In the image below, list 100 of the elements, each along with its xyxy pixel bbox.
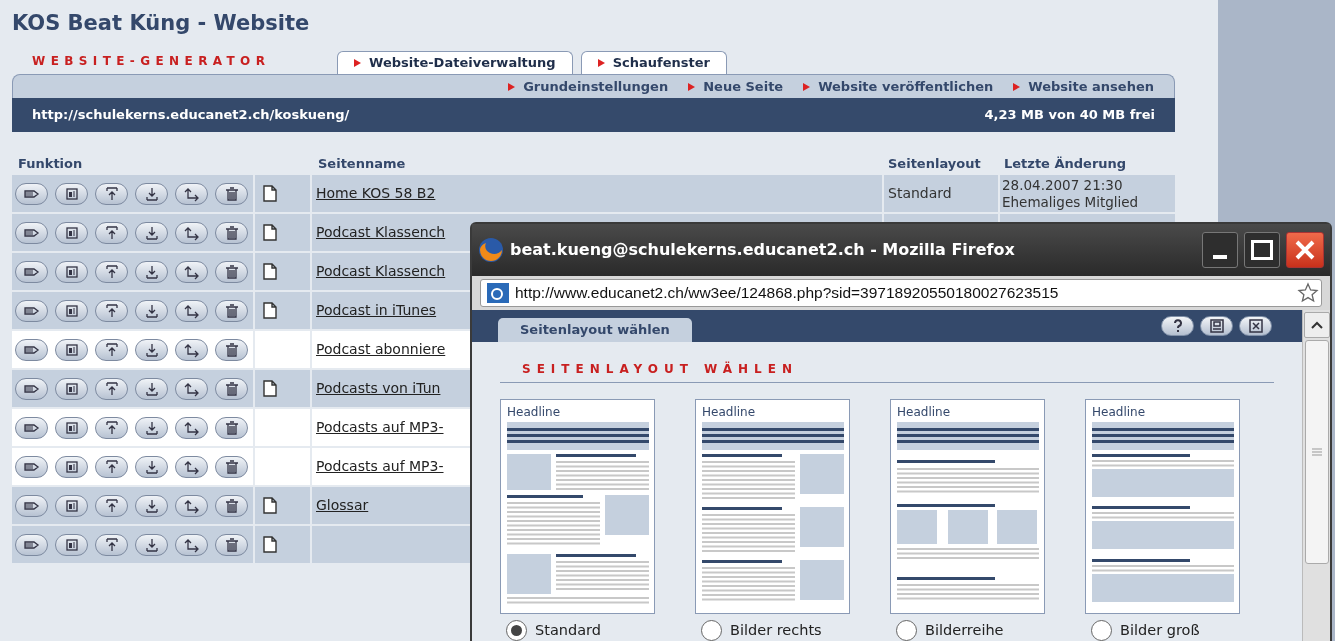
pencil-button[interactable] (15, 299, 48, 322)
arrow-up-button[interactable] (95, 182, 128, 205)
page-link[interactable]: Podcasts von iTun (316, 378, 441, 399)
arrow-down-button[interactable] (135, 299, 168, 322)
arrow-up-button[interactable] (95, 221, 128, 244)
arrow-up-button[interactable] (95, 416, 128, 439)
arrow-up-button[interactable] (95, 494, 128, 517)
trash-button[interactable] (215, 338, 248, 361)
radio-label: Bilderreihe (925, 621, 1004, 640)
print-button[interactable] (1200, 316, 1233, 336)
radio-label: Standard (535, 621, 601, 640)
pencil-button[interactable] (15, 455, 48, 478)
radio-button[interactable] (701, 620, 722, 641)
trash-button[interactable] (215, 260, 248, 283)
card-button[interactable] (55, 299, 88, 322)
pencil-button[interactable] (15, 338, 48, 361)
scrollbar[interactable] (1302, 310, 1330, 641)
bend-arrow-button[interactable] (175, 182, 208, 205)
arrow-down-button[interactable] (135, 221, 168, 244)
card-button[interactable] (55, 377, 88, 400)
triangle-icon (803, 82, 811, 91)
arrow-down-button[interactable] (135, 533, 168, 556)
radio-button[interactable] (896, 620, 917, 641)
layout-card[interactable]: Headline (1085, 399, 1240, 614)
pencil-button[interactable] (15, 182, 48, 205)
arrow-down-button[interactable] (135, 494, 168, 517)
minimize-button[interactable] (1202, 232, 1238, 268)
arrow-up-button[interactable] (95, 338, 128, 361)
page-link[interactable]: Podcast Klassench (316, 261, 446, 282)
radio-button[interactable] (1091, 620, 1112, 641)
card-button[interactable] (55, 260, 88, 283)
trash-button[interactable] (215, 416, 248, 439)
page-link[interactable]: Podcasts auf MP3- (316, 456, 444, 477)
arrow-down-button[interactable] (135, 416, 168, 439)
bend-arrow-button[interactable] (175, 455, 208, 478)
layout-card[interactable]: Headline (500, 399, 655, 614)
radio-label: Bilder groß (1120, 621, 1200, 640)
pencil-button[interactable] (15, 377, 48, 400)
close-button[interactable] (1286, 232, 1324, 268)
change-date: 28.04.2007 21:30 (1002, 176, 1124, 194)
card-button[interactable] (55, 338, 88, 361)
pencil-button[interactable] (15, 494, 48, 517)
help-button[interactable] (1161, 316, 1194, 336)
triangle-icon (688, 82, 696, 91)
nav-link[interactable]: Grundeinstellungen (508, 76, 669, 97)
pencil-button[interactable] (15, 260, 48, 283)
maximize-button[interactable] (1244, 232, 1280, 268)
dialog-tab[interactable]: Seitenlayout wählen (498, 318, 692, 342)
tab[interactable]: Website-Dateiverwaltung (337, 51, 573, 74)
page-link[interactable]: Podcast in iTunes (316, 300, 437, 321)
page-title: KOS Beat Küng - Website (12, 10, 311, 37)
page-link[interactable]: Podcast Klassench (316, 222, 446, 243)
bend-arrow-button[interactable] (175, 221, 208, 244)
layout-card[interactable]: Headline (890, 399, 1045, 614)
trash-button[interactable] (215, 221, 248, 244)
radio-button[interactable] (506, 620, 527, 641)
page-link[interactable]: Glossar (316, 495, 369, 516)
page-link[interactable]: Podcasts auf MP3- (316, 417, 444, 438)
arrow-up-button[interactable] (95, 377, 128, 400)
address-field[interactable]: http://www.educanet2.ch/ww3ee/124868.php?sid=39718920550180027623515 (480, 279, 1322, 307)
bend-arrow-button[interactable] (175, 533, 208, 556)
pencil-button[interactable] (15, 533, 48, 556)
card-button[interactable] (55, 182, 88, 205)
arrow-up-button[interactable] (95, 260, 128, 283)
page-link[interactable]: Podcast abonniere (316, 339, 446, 360)
trash-button[interactable] (215, 494, 248, 517)
arrow-down-button[interactable] (135, 182, 168, 205)
tab[interactable]: Schaufenster (580, 51, 727, 74)
trash-button[interactable] (215, 455, 248, 478)
pencil-button[interactable] (15, 416, 48, 439)
bend-arrow-button[interactable] (175, 260, 208, 283)
layout-card[interactable]: Headline (695, 399, 850, 614)
close-button[interactable] (1239, 316, 1272, 336)
pencil-button[interactable] (15, 221, 48, 244)
bend-arrow-button[interactable] (175, 338, 208, 361)
trash-button[interactable] (215, 377, 248, 400)
arrow-down-button[interactable] (135, 338, 168, 361)
bend-arrow-button[interactable] (175, 416, 208, 439)
bend-arrow-button[interactable] (175, 494, 208, 517)
card-button[interactable] (55, 494, 88, 517)
arrow-down-button[interactable] (135, 455, 168, 478)
arrow-up-button[interactable] (95, 455, 128, 478)
page-link[interactable]: Home KOS 58 B2 (316, 183, 436, 204)
arrow-up-button[interactable] (95, 299, 128, 322)
nav-link[interactable]: Website ansehen (1013, 76, 1154, 97)
bend-arrow-button[interactable] (175, 377, 208, 400)
card-button[interactable] (55, 533, 88, 556)
card-button[interactable] (55, 455, 88, 478)
headline-label: Headline (507, 404, 562, 420)
arrow-down-button[interactable] (135, 260, 168, 283)
nav-link[interactable]: Neue Seite (688, 76, 784, 97)
card-button[interactable] (55, 416, 88, 439)
nav-link[interactable]: Website veröffentlichen (803, 76, 994, 97)
arrow-down-button[interactable] (135, 377, 168, 400)
card-button[interactable] (55, 221, 88, 244)
trash-button[interactable] (215, 533, 248, 556)
trash-button[interactable] (215, 299, 248, 322)
trash-button[interactable] (215, 182, 248, 205)
bend-arrow-button[interactable] (175, 299, 208, 322)
arrow-up-button[interactable] (95, 533, 128, 556)
